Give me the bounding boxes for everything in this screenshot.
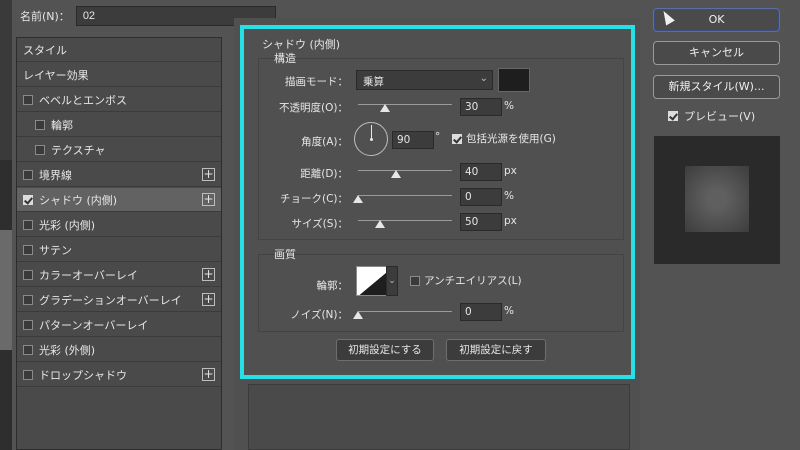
stroke-label: 境界線 (39, 168, 72, 182)
style-item-contour[interactable]: 輪郭 (17, 113, 221, 137)
satin-label: サテン (39, 243, 72, 257)
inner-shadow-add-icon[interactable]: + (202, 193, 215, 206)
layer-effects-item[interactable]: レイヤー効果 (17, 63, 221, 87)
styles-header[interactable]: スタイル (17, 38, 221, 62)
drop-shadow-add-icon[interactable]: + (202, 368, 215, 381)
style-preview (654, 136, 780, 264)
color-overlay-checkbox[interactable] (23, 269, 33, 280)
preview-checkbox[interactable] (668, 111, 678, 121)
preview-label: プレビュー(V) (684, 110, 756, 123)
new-style-button[interactable]: 新規スタイル(W)... (653, 75, 780, 99)
cancel-button[interactable]: キャンセル (653, 41, 780, 65)
style-item-texture[interactable]: テクスチャ (17, 138, 221, 162)
bevel-emboss-label: ベベルとエンボス (39, 93, 127, 107)
inner-shadow-checkbox[interactable] (23, 194, 33, 205)
inner-glow-label: 光彩 (内側) (39, 218, 96, 232)
outer-glow-label: 光彩 (外側) (39, 343, 96, 357)
drop-shadow-checkbox[interactable] (23, 369, 33, 380)
drop-shadow-label: ドロップシャドウ (39, 368, 127, 382)
texture-checkbox[interactable] (35, 144, 45, 155)
background-edge-light (0, 230, 12, 350)
stroke-add-icon[interactable]: + (202, 168, 215, 181)
name-label: 名前(N)： (20, 10, 70, 23)
style-item-bevel-emboss[interactable]: ベベルとエンボス (17, 88, 221, 112)
style-item-stroke[interactable]: 境界線 + (17, 163, 221, 187)
style-item-drop-shadow[interactable]: ドロップシャドウ + (17, 363, 221, 387)
style-item-inner-shadow[interactable]: シャドウ (内側) + (17, 188, 221, 212)
lower-panel-area (248, 384, 630, 450)
contour-label: 輪郭 (51, 118, 73, 132)
style-item-inner-glow[interactable]: 光彩 (内側) (17, 213, 221, 237)
style-item-satin[interactable]: サテン (17, 238, 221, 262)
gradient-overlay-label: グラデーションオーバーレイ (39, 293, 182, 307)
styles-header-label: スタイル (23, 43, 67, 57)
contour-checkbox[interactable] (35, 119, 45, 130)
gradient-overlay-add-icon[interactable]: + (202, 293, 215, 306)
style-item-gradient-overlay[interactable]: グラデーションオーバーレイ + (17, 288, 221, 312)
style-item-outer-glow[interactable]: 光彩 (外側) (17, 338, 221, 362)
style-preview-swatch (685, 166, 749, 232)
gradient-overlay-checkbox[interactable] (23, 294, 33, 305)
color-overlay-add-icon[interactable]: + (202, 268, 215, 281)
outer-glow-checkbox[interactable] (23, 344, 33, 355)
layer-effects-label: レイヤー効果 (23, 68, 89, 82)
satin-checkbox[interactable] (23, 244, 33, 255)
inner-glow-checkbox[interactable] (23, 219, 33, 230)
pattern-overlay-label: パターンオーバーレイ (39, 318, 149, 332)
color-overlay-label: カラーオーバーレイ (39, 268, 138, 282)
stroke-checkbox[interactable] (23, 169, 33, 180)
inner-shadow-label: シャドウ (内側) (39, 193, 118, 207)
highlight-frame (240, 25, 635, 379)
texture-label: テクスチャ (51, 143, 106, 157)
pattern-overlay-checkbox[interactable] (23, 319, 33, 330)
style-item-pattern-overlay[interactable]: パターンオーバーレイ (17, 313, 221, 337)
styles-list-panel: スタイル レイヤー効果 ベベルとエンボス 輪郭 テクスチャ 境界線 + シャドウ… (16, 37, 222, 450)
style-item-color-overlay[interactable]: カラーオーバーレイ + (17, 263, 221, 287)
bevel-emboss-checkbox[interactable] (23, 94, 33, 105)
